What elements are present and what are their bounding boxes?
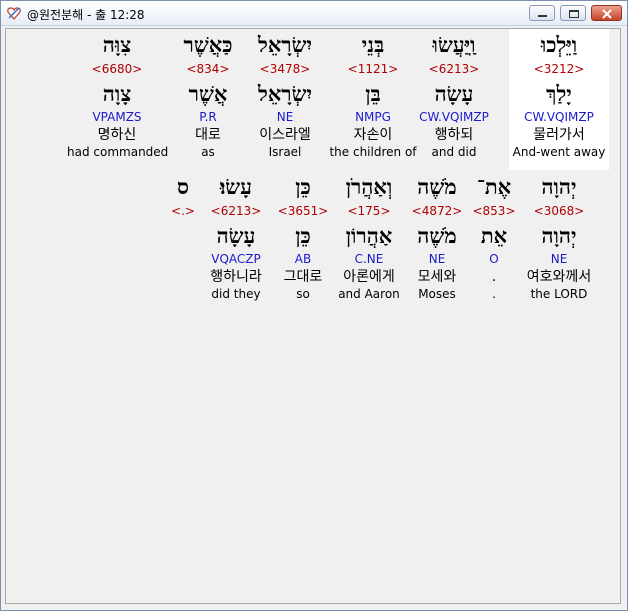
english-gloss: had commanded (67, 145, 169, 159)
word-block[interactable]: ס <.> (153, 171, 213, 220)
close-icon (602, 9, 612, 19)
maximize-button[interactable] (560, 5, 586, 21)
english-gloss: the children of (329, 145, 417, 159)
morphology-code: VPAMZS (92, 110, 142, 124)
english-gloss: did they (211, 287, 261, 301)
english-gloss: And-went away (512, 145, 606, 159)
morphology-code: P.R (199, 110, 217, 124)
korean-gloss: 행하니라 (210, 269, 262, 285)
hebrew-word: וַיֵּלְכוּ (540, 32, 578, 57)
word-block[interactable]: וַיֵּלְכוּ <3212> יָלַךְ CW.VQIMZP 물러가서 … (509, 29, 609, 170)
word-block[interactable]: כַּאֲשֶׁר <834> אֲשֶׁר P.R 대로 as (158, 29, 258, 160)
morphology-code: CW.VQIMZP (524, 110, 594, 124)
korean-gloss: 물러가서 (533, 127, 585, 143)
strong-number[interactable]: <3212> (509, 61, 609, 78)
english-gloss: as (201, 145, 215, 159)
app-window: @원전분해 - 출 12:28 וַיֵּלְכוּ <3212> יָלַךְ… (0, 0, 628, 611)
analysis-panel[interactable]: וַיֵּלְכוּ <3212> יָלַךְ CW.VQIMZP 물러가서 … (5, 28, 621, 604)
title-bar[interactable]: @원전분해 - 출 12:28 (1, 1, 627, 26)
hebrew-root: בֵּן (365, 81, 381, 106)
window-title: @원전분해 - 출 12:28 (27, 8, 145, 22)
close-button[interactable] (591, 5, 622, 21)
korean-gloss: 자손이 (353, 127, 393, 143)
hebrew-word: צִוָּה (102, 32, 132, 57)
word-block[interactable]: צִוָּה <6680> צָוָה VPAMZS 명하신 had comma… (67, 29, 169, 160)
hebrew-root: אֲשֶׁר (188, 81, 228, 106)
hebrew-root: עָשָׂה (216, 223, 256, 248)
morphology-code: VQACZP (211, 252, 261, 266)
hebrew-word: כַּאֲשֶׁר (183, 32, 233, 57)
morphology-code: NMPG (355, 110, 391, 124)
strong-number[interactable]: <834> (158, 61, 258, 78)
minimize-button[interactable] (529, 5, 555, 21)
korean-gloss: 명하신 (97, 127, 137, 143)
hebrew-word: בְּנֵי (361, 32, 385, 57)
hebrew-word: ס (177, 174, 189, 199)
strong-number[interactable]: <1121> (323, 61, 423, 78)
app-icon (7, 7, 21, 20)
minimize-icon (538, 15, 547, 17)
hebrew-root: יָלַךְ (546, 81, 572, 106)
strong-number[interactable]: <.> (153, 203, 213, 220)
hebrew-root: צָוָה (102, 81, 132, 106)
maximize-icon (569, 10, 579, 18)
word-block[interactable]: בְּנֵי <1121> בֵּן NMPG 자손이 the children… (323, 29, 423, 160)
korean-gloss: 대로 (195, 127, 221, 143)
strong-number[interactable]: <6680> (67, 61, 167, 78)
